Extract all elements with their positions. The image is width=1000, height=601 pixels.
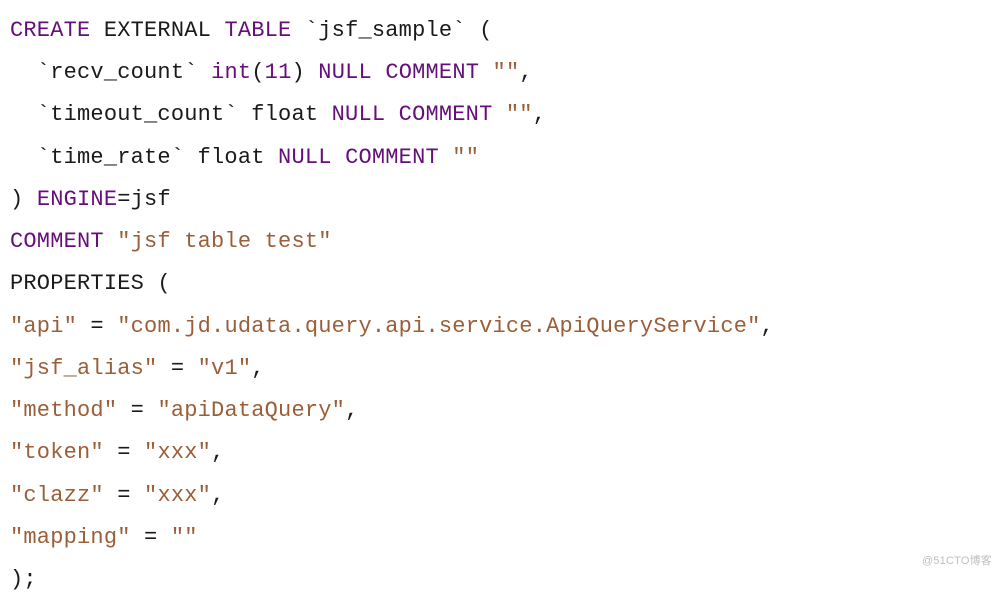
code-text: , [251,356,264,381]
string: "api" [10,314,77,339]
string: "" [506,102,533,127]
string: "xxx" [144,440,211,465]
string: "jsf table test" [117,229,331,254]
code-text: ) [10,187,37,212]
keyword: COMMENT [385,60,479,85]
string: "clazz" [10,483,104,508]
code-text: = [131,525,171,550]
code-text [479,60,492,85]
code-text: ( [251,60,264,85]
keyword: NULL [332,102,386,127]
code-text: =jsf [117,187,171,212]
code-text: `recv_count` [10,60,211,85]
code-text: = [104,483,144,508]
code-text: ) [291,60,318,85]
string: "" [493,60,520,85]
keyword: COMMENT [345,145,439,170]
string: "com.jd.udata.query.api.service.ApiQuery… [117,314,760,339]
string: "v1" [198,356,252,381]
string: "token" [10,440,104,465]
code-text: PROPERTIES ( [10,271,171,296]
code-text: = [104,440,144,465]
string: "mapping" [10,525,131,550]
code-text: , [211,440,224,465]
code-text [332,145,345,170]
keyword: NULL [318,60,372,85]
keyword: int [211,60,251,85]
code-text: = [77,314,117,339]
code-text: , [761,314,774,339]
code-text [493,102,506,127]
code-text: EXTERNAL [90,18,224,43]
string: "" [452,145,479,170]
code-text [439,145,452,170]
code-text: = [157,356,197,381]
keyword: TABLE [224,18,291,43]
code-text: , [533,102,546,127]
keyword: NULL [278,145,332,170]
code-block: CREATE EXTERNAL TABLE `jsf_sample` ( `re… [10,10,990,601]
code-text: , [519,60,532,85]
code-text: , [345,398,358,423]
keyword: COMMENT [10,229,104,254]
code-text: `timeout_count` float [10,102,332,127]
keyword: ENGINE [37,187,117,212]
code-text: = [117,398,157,423]
code-text [372,60,385,85]
code-text [385,102,398,127]
code-text: ); [10,567,37,592]
watermark: @51CTO博客 [922,551,992,572]
keyword: 11 [265,60,292,85]
string: "jsf_alias" [10,356,157,381]
code-text: `jsf_sample` ( [291,18,492,43]
string: "apiDataQuery" [157,398,345,423]
keyword: CREATE [10,18,90,43]
code-text: , [211,483,224,508]
string: "" [171,525,198,550]
code-text [104,229,117,254]
string: "xxx" [144,483,211,508]
string: "method" [10,398,117,423]
code-text: `time_rate` float [10,145,278,170]
keyword: COMMENT [399,102,493,127]
